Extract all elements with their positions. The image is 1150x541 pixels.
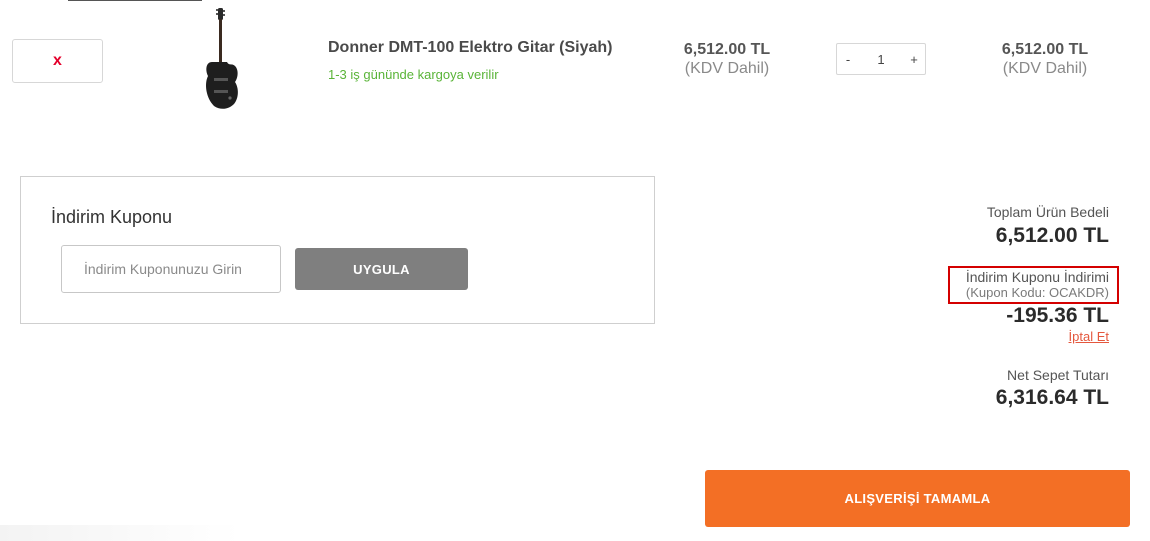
remove-x-icon: x xyxy=(53,52,62,69)
electric-guitar-image[interactable] xyxy=(192,6,252,112)
unit-price: 6,512.00 TL (KDV Dahil) xyxy=(657,41,797,78)
coupon-title: İndirim Kuponu xyxy=(51,207,173,227)
quantity-value[interactable]: 1 xyxy=(859,52,903,67)
coupon-panel: İndirim Kuponu UYGULA xyxy=(20,176,655,324)
total-product-price: Toplam Ürün Bedeli 6,512.00 TL xyxy=(987,204,1109,248)
bottom-shadow xyxy=(0,525,240,541)
apply-coupon-button[interactable]: UYGULA xyxy=(295,248,468,290)
complete-purchase-button[interactable]: ALIŞVERİŞİ TAMAMLA xyxy=(705,470,1130,527)
quantity-decrease-button[interactable]: - xyxy=(837,52,859,67)
cancel-coupon-link[interactable]: İptal Et xyxy=(1069,329,1109,344)
quantity-stepper: - 1 + xyxy=(836,43,926,75)
discount-code: (Kupon Kodu: OCAKDR) xyxy=(965,285,1109,300)
shipping-note: 1-3 iş gününde kargoya verilir xyxy=(328,67,499,82)
unit-price-vat: (KDV Dahil) xyxy=(684,60,770,77)
quantity-increase-button[interactable]: + xyxy=(903,52,925,67)
discount-label: İndirim Kuponu İndirimi xyxy=(965,269,1109,285)
net-label: Net Sepet Tutarı xyxy=(1007,367,1109,383)
discount-value: -195.36 TL xyxy=(1006,304,1109,327)
line-total-amount: 6,512.00 TL xyxy=(1001,41,1089,58)
product-name-link[interactable]: Donner DMT-100 Elektro Gitar (Siyah) xyxy=(328,39,613,57)
line-total-vat: (KDV Dahil) xyxy=(1002,60,1088,77)
total-label: Toplam Ürün Bedeli xyxy=(986,204,1109,220)
coupon-code-input[interactable] xyxy=(61,245,281,293)
remove-item-button[interactable]: x xyxy=(12,39,103,83)
top-divider xyxy=(68,0,202,1)
total-value: 6,512.00 TL xyxy=(995,224,1109,247)
net-cart-total: Net Sepet Tutarı 6,316.64 TL xyxy=(996,367,1109,410)
net-value: 6,316.64 TL xyxy=(995,386,1109,409)
line-total: 6,512.00 TL (KDV Dahil) xyxy=(975,41,1115,78)
unit-price-amount: 6,512.00 TL xyxy=(683,41,771,58)
